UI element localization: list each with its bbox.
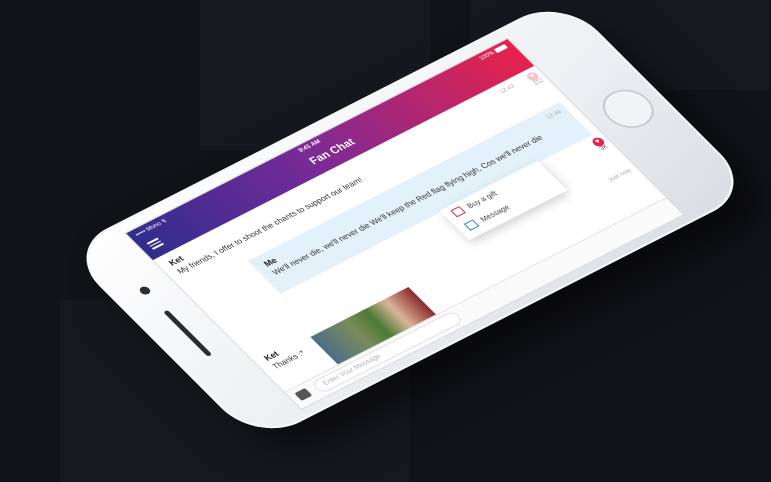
like-count: 3K <box>598 144 610 152</box>
speaker-grille <box>163 309 213 357</box>
battery-percent: 100% <box>478 50 497 62</box>
gift-icon <box>450 205 466 217</box>
like-badge[interactable]: ♥ 3K <box>590 136 611 152</box>
envelope-icon <box>463 219 480 231</box>
battery-icon <box>493 43 509 54</box>
camera-lens-icon <box>137 285 153 296</box>
camera-icon[interactable] <box>294 387 313 401</box>
home-button[interactable] <box>592 82 665 136</box>
